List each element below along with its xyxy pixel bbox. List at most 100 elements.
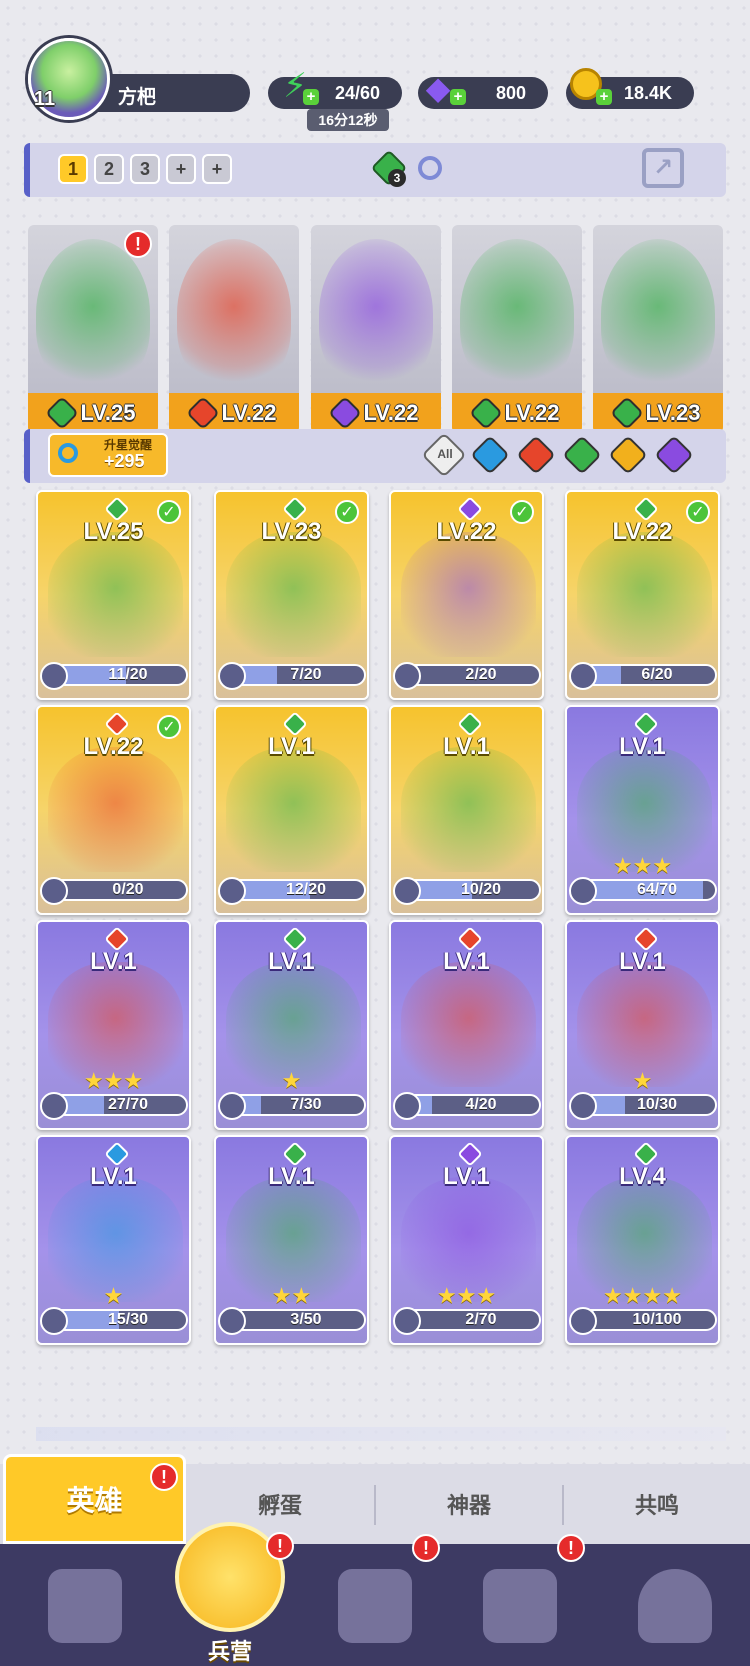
shard-icon [40, 662, 68, 690]
team-member-level: LV.25 [80, 400, 136, 425]
hero-shard-count: 64/70 [636, 881, 678, 898]
hero-portrait [48, 747, 183, 872]
hero-card[interactable]: LV.1 ★ 10/30 [565, 920, 720, 1130]
team-slot-3[interactable]: 3 [130, 154, 160, 184]
team-token-count: 3 [388, 169, 406, 187]
filter-light-icon[interactable] [608, 435, 648, 475]
team-member-2[interactable]: LV.22 [169, 225, 299, 433]
shard-icon [40, 877, 68, 905]
hero-shard-progress: 3/50 [228, 1309, 366, 1331]
team-member-3[interactable]: LV.22 [311, 225, 441, 433]
shard-icon [40, 1092, 68, 1120]
hero-card[interactable]: LV.1 10/20 [389, 705, 544, 915]
subtab-artifact[interactable]: 神器 [376, 1464, 562, 1544]
hero-shard-progress: 64/70 [579, 879, 717, 901]
search-icon[interactable] [418, 156, 442, 180]
team-member-level-bar: LV.22 [452, 393, 582, 433]
element-icon [45, 396, 80, 430]
hero-portrait [401, 747, 536, 872]
check-icon: ✓ [157, 500, 181, 524]
check-icon: ✓ [335, 500, 359, 524]
hero-level: LV.1 [619, 948, 666, 975]
hero-level: LV.4 [619, 1163, 666, 1190]
shard-icon [569, 662, 597, 690]
team-slot-add-2[interactable]: + [202, 154, 232, 184]
team-member-portrait [601, 239, 715, 389]
hero-portrait [48, 532, 183, 657]
cards-icon [48, 1568, 122, 1643]
hero-stars: ★★★ [83, 1068, 144, 1093]
hero-level: LV.1 [90, 948, 137, 975]
team-slot-1[interactable]: 1 [58, 154, 88, 184]
filter-wind-icon[interactable] [562, 435, 602, 475]
hero-card[interactable]: LV.22 ✓ 0/20 [36, 705, 191, 915]
shard-icon [40, 1307, 68, 1335]
filter-water-icon[interactable] [470, 435, 510, 475]
player-name: 方杷 [118, 87, 157, 108]
team-slot-2[interactable]: 2 [94, 154, 124, 184]
hero-level: LV.1 [90, 1163, 137, 1190]
hero-shard-count: 10/30 [636, 1096, 678, 1113]
hero-shard-progress: 0/20 [50, 879, 188, 901]
temple-icon [483, 1568, 557, 1643]
hero-card[interactable]: LV.22 ✓ 2/20 [389, 490, 544, 700]
team-member-level: LV.22 [504, 400, 560, 425]
hero-shard-progress: 11/20 [50, 664, 188, 686]
team-member-portrait [460, 239, 574, 389]
element-icon [610, 396, 645, 430]
element-icon [469, 396, 504, 430]
hero-card[interactable]: LV.1 ★★★ 64/70 [565, 705, 720, 915]
element-icon [186, 396, 221, 430]
energy-add-icon[interactable]: + [303, 89, 319, 105]
key-icon [58, 443, 78, 463]
hero-card[interactable]: LV.1 4/20 [389, 920, 544, 1130]
hero-card[interactable]: LV.1 ★★★ 2/70 [389, 1135, 544, 1345]
hero-portrait [226, 532, 361, 657]
map-book-icon [338, 1568, 412, 1643]
team-member-alert-badge: ! [124, 230, 152, 258]
hero-shard-count: 4/20 [465, 1096, 497, 1113]
hero-card[interactable]: LV.1 ★ 7/30 [214, 920, 369, 1130]
gem-add-icon[interactable]: + [450, 89, 466, 105]
subtab-resonance[interactable]: 共鸣 [564, 1464, 750, 1544]
hero-shard-count: 6/20 [641, 666, 673, 683]
hero-filter-bar: 升星觉醒 +295 All [24, 429, 726, 483]
nav-guild[interactable] [615, 1545, 735, 1666]
shard-icon [218, 1307, 246, 1335]
hero-shard-progress: 10/30 [579, 1094, 717, 1116]
hero-card[interactable]: LV.1 ★★★ 27/70 [36, 920, 191, 1130]
hero-card[interactable]: LV.22 ✓ 6/20 [565, 490, 720, 700]
hero-card[interactable]: LV.1 12/20 [214, 705, 369, 915]
hero-stars: ★★ [271, 1283, 312, 1308]
nav-temple[interactable] [460, 1545, 580, 1666]
hero-card[interactable]: LV.4 ★★★★ 10/100 [565, 1135, 720, 1345]
map-alert-badge: ! [412, 1534, 440, 1562]
hero-card[interactable]: LV.1 ★ 15/30 [36, 1135, 191, 1345]
team-slot-add-1[interactable]: + [166, 154, 196, 184]
nav-cards[interactable] [25, 1545, 145, 1666]
team-member-4[interactable]: LV.22 [452, 225, 582, 433]
hero-stars: ★★★ [612, 853, 673, 878]
hero-shard-progress: 2/20 [403, 664, 541, 686]
hero-card[interactable]: LV.1 ★★ 3/50 [214, 1135, 369, 1345]
hero-shard-count: 2/20 [465, 666, 497, 683]
filter-dark-icon[interactable] [654, 435, 694, 475]
hero-shard-count: 27/70 [107, 1096, 149, 1113]
hero-portrait [401, 962, 536, 1087]
team-member-portrait [177, 239, 291, 389]
team-member-level-bar: LV.25 [28, 393, 158, 433]
hero-shard-count: 2/70 [465, 1311, 497, 1328]
hero-card[interactable]: LV.23 ✓ 7/20 [214, 490, 369, 700]
team-member-5[interactable]: LV.23 [593, 225, 723, 433]
shard-icon [569, 877, 597, 905]
hero-shard-count: 3/50 [290, 1311, 322, 1328]
barracks-alert-badge: ! [266, 1532, 294, 1560]
hero-stars: ★★★ [436, 1283, 497, 1308]
energy-timer: 16分12秒 [307, 109, 389, 131]
filter-fire-icon[interactable] [516, 435, 556, 475]
nav-map[interactable] [315, 1545, 435, 1666]
share-icon[interactable]: ↗ [642, 148, 684, 188]
gold-add-icon[interactable]: + [596, 89, 612, 105]
hero-card[interactable]: LV.25 ✓ 11/20 [36, 490, 191, 700]
team-member-level: LV.22 [221, 400, 277, 425]
